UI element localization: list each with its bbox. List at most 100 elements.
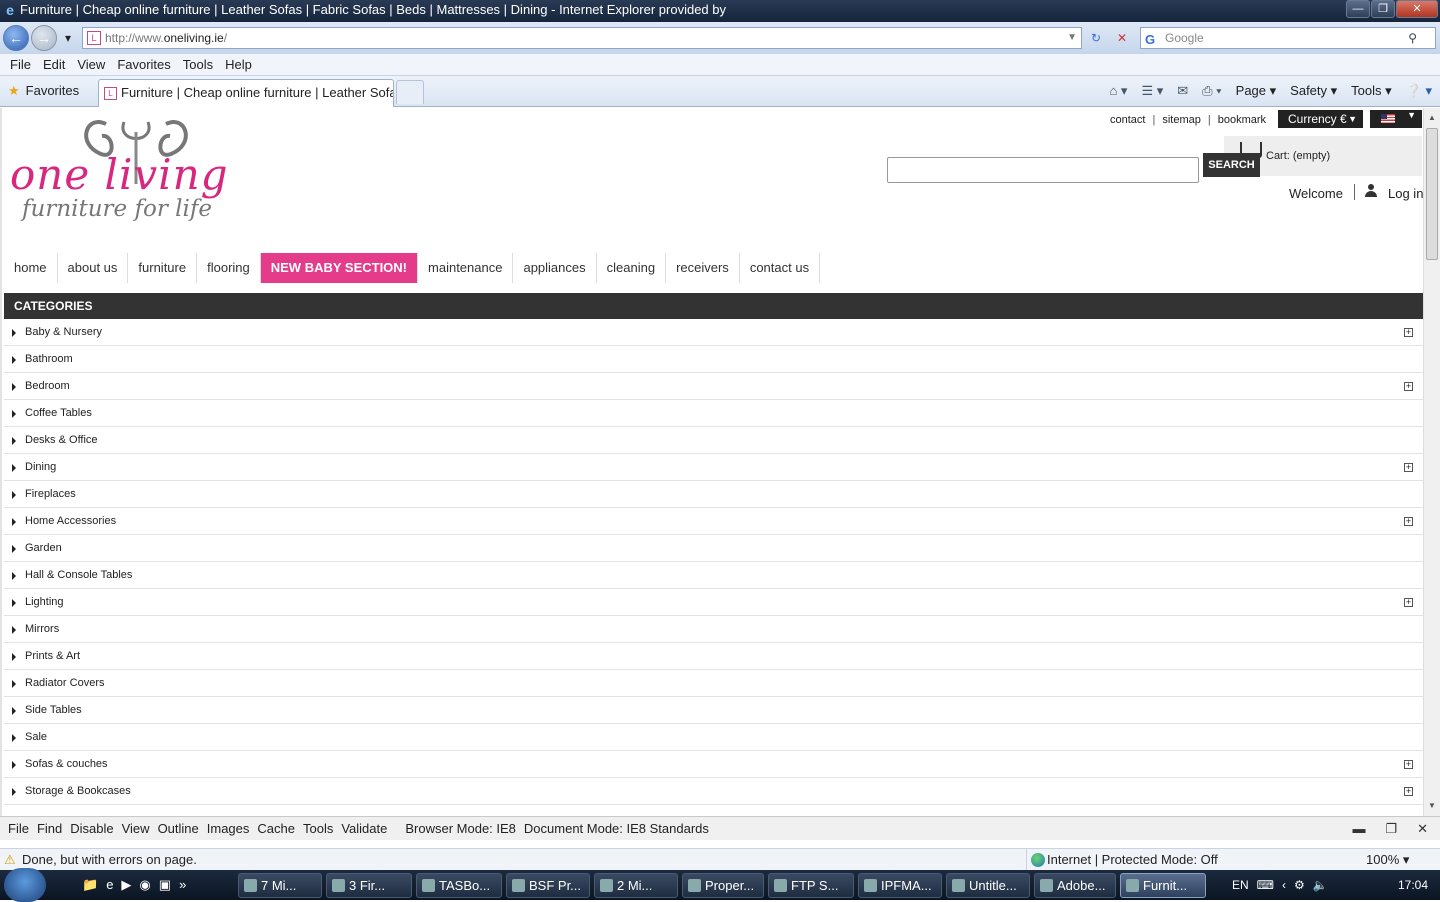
nav-maintenance[interactable]: maintenance xyxy=(418,253,514,283)
dev-disable[interactable]: Disable xyxy=(66,817,117,840)
category-label[interactable]: Garden xyxy=(25,542,62,554)
category-label[interactable]: Coffee Tables xyxy=(25,407,92,419)
expand-plus-icon[interactable]: + xyxy=(1404,463,1413,472)
dev-tools[interactable]: Tools xyxy=(299,817,337,840)
scroll-up-icon[interactable]: ▲ xyxy=(1424,110,1440,126)
category-item[interactable]: Dining + xyxy=(4,454,1423,481)
category-label[interactable]: Sofas & couches xyxy=(25,758,108,770)
expand-plus-icon[interactable]: + xyxy=(1404,787,1413,796)
category-item[interactable]: Sale xyxy=(4,724,1423,751)
nav-appliances[interactable]: appliances xyxy=(513,253,597,283)
nav-receivers[interactable]: receivers xyxy=(666,253,740,283)
dev-view[interactable]: View xyxy=(118,817,154,840)
category-item[interactable]: Mirrors xyxy=(4,616,1423,643)
category-label[interactable]: Side Tables xyxy=(25,704,82,716)
warning-icon[interactable]: ⚠ xyxy=(4,853,18,867)
cmd-safety[interactable]: Safety ▾ xyxy=(1290,82,1337,100)
category-label[interactable]: Bathroom xyxy=(25,353,73,365)
nav-flooring[interactable]: flooring xyxy=(197,253,261,283)
category-item[interactable]: Garden xyxy=(4,535,1423,562)
category-item[interactable]: Coffee Tables xyxy=(4,400,1423,427)
expand-plus-icon[interactable]: + xyxy=(1404,382,1413,391)
network-icon[interactable]: ⚙ xyxy=(1294,870,1305,900)
undock-icon[interactable]: ❐ xyxy=(1381,817,1401,841)
expand-plus-icon[interactable]: + xyxy=(1404,328,1413,337)
media-icon[interactable]: ▶ xyxy=(121,877,131,893)
category-item[interactable]: Bedroom + xyxy=(4,373,1423,400)
category-label[interactable]: Desks & Office xyxy=(25,434,98,446)
category-item[interactable]: Home Accessories + xyxy=(4,508,1423,535)
menu-tools[interactable]: Tools xyxy=(177,54,219,75)
nav-contact-us[interactable]: contact us xyxy=(739,253,821,283)
minimize-button[interactable]: — xyxy=(1346,0,1370,18)
category-item[interactable]: Storage & Bookcases + xyxy=(4,778,1423,805)
nav-new-baby-section[interactable]: NEW BABY SECTION! xyxy=(260,253,419,283)
menu-view[interactable]: View xyxy=(71,54,111,75)
taskbar-button[interactable]: 3 Fir... xyxy=(326,873,412,898)
keyboard-icon[interactable]: ⌨ xyxy=(1257,870,1274,900)
login-link[interactable]: Log in xyxy=(1388,186,1423,201)
minimize-icon[interactable]: ▬ xyxy=(1348,817,1369,841)
close-icon[interactable]: ✕ xyxy=(1413,817,1432,841)
top-link-bookmark[interactable]: bookmark xyxy=(1218,112,1266,128)
tray-expand-icon[interactable]: ‹ xyxy=(1282,870,1286,900)
taskbar-button[interactable]: TASBo... xyxy=(416,873,502,898)
maximize-button[interactable]: ❐ xyxy=(1371,0,1395,18)
top-link-sitemap[interactable]: sitemap xyxy=(1162,112,1201,128)
dev-file[interactable]: File xyxy=(4,817,33,840)
category-label[interactable]: Lighting xyxy=(25,596,64,608)
nav-furniture[interactable]: furniture xyxy=(128,253,198,283)
nav-home[interactable]: home xyxy=(4,253,58,283)
dev-images[interactable]: Images xyxy=(203,817,254,840)
category-label[interactable]: Hall & Console Tables xyxy=(25,569,132,581)
taskbar-button[interactable]: FTP S... xyxy=(768,873,854,898)
close-window-button[interactable]: ✕ xyxy=(1396,0,1438,18)
expand-plus-icon[interactable]: + xyxy=(1404,598,1413,607)
volume-icon[interactable]: 🔈 xyxy=(1313,870,1328,900)
more-icon[interactable]: » xyxy=(179,877,186,893)
category-item[interactable]: Radiator Covers xyxy=(4,670,1423,697)
expand-plus-icon[interactable]: + xyxy=(1404,760,1413,769)
category-label[interactable]: Home Accessories xyxy=(25,515,116,527)
category-label[interactable]: Dining xyxy=(25,461,56,473)
dev-find[interactable]: Find xyxy=(33,817,66,840)
category-label[interactable]: Storage & Bookcases xyxy=(25,785,131,797)
taskbar-button[interactable]: IPFMA... xyxy=(858,873,942,898)
print-icon[interactable]: ⎙ ▾ xyxy=(1202,82,1221,100)
taskbar-button[interactable]: Untitle... xyxy=(946,873,1030,898)
search-icon[interactable]: ⚲ xyxy=(1408,28,1417,48)
nav-about-us[interactable]: about us xyxy=(57,253,129,283)
category-item[interactable]: Side Tables xyxy=(4,697,1423,724)
scrollbar-thumb[interactable] xyxy=(1426,128,1438,260)
start-button[interactable] xyxy=(4,868,46,902)
folder-icon[interactable]: 📁 xyxy=(82,877,98,893)
feeds-icon[interactable]: ☰ ▾ xyxy=(1141,82,1163,100)
page-scrollbar[interactable]: ▲ ▼ xyxy=(1423,108,1440,816)
category-item[interactable]: Lighting + xyxy=(4,589,1423,616)
url-dropdown-icon[interactable]: ▼ xyxy=(1067,28,1077,48)
desktop-icon[interactable]: ▣ xyxy=(159,877,171,893)
category-label[interactable]: Bedroom xyxy=(25,380,70,392)
ie-icon[interactable]: e xyxy=(106,877,113,893)
language-selector[interactable]: ▼ xyxy=(1370,110,1422,128)
category-item[interactable]: Fireplaces xyxy=(4,481,1423,508)
category-item[interactable]: Prints & Art xyxy=(4,643,1423,670)
browser-tab-active[interactable]: L Furniture | Cheap online furniture | L… xyxy=(98,79,394,107)
dev-outline[interactable]: Outline xyxy=(154,817,203,840)
category-item[interactable]: Desks & Office xyxy=(4,427,1423,454)
home-icon[interactable]: ⌂ ▾ xyxy=(1109,82,1127,100)
dev-cache[interactable]: Cache xyxy=(253,817,299,840)
scroll-down-icon[interactable]: ▼ xyxy=(1424,798,1440,814)
category-item[interactable]: Bathroom xyxy=(4,346,1423,373)
menu-file[interactable]: File xyxy=(4,54,37,75)
document-mode[interactable]: Document Mode: IE8 Standards xyxy=(520,817,713,840)
category-label[interactable]: Fireplaces xyxy=(25,488,76,500)
dev-validate[interactable]: Validate xyxy=(337,817,391,840)
back-button[interactable]: ← xyxy=(3,25,29,51)
language-indicator[interactable]: EN xyxy=(1232,870,1249,900)
taskbar-button[interactable]: 2 Mi... xyxy=(594,873,678,898)
category-item[interactable]: Sofas & couches + xyxy=(4,751,1423,778)
favorites-button[interactable]: ★ Favorites xyxy=(8,82,79,100)
help-icon[interactable]: ❔ ▾ xyxy=(1406,82,1432,100)
taskbar-button[interactable]: 7 Mi... xyxy=(238,873,322,898)
